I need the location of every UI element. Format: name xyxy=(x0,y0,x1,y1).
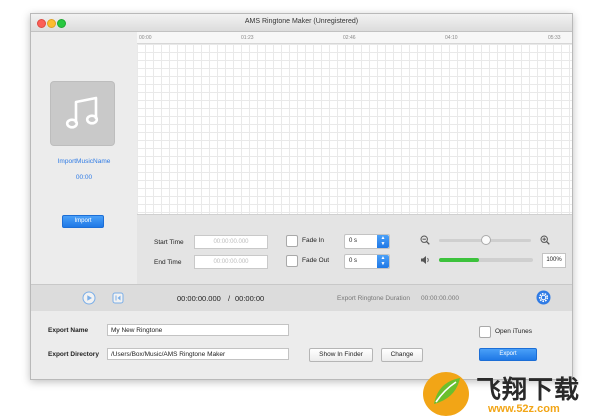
end-time-label: End Time xyxy=(154,259,182,266)
fade-in-checkbox[interactable] xyxy=(286,235,298,247)
select-arrows-icon: ▲ ▼ xyxy=(377,255,389,268)
music-note-icon xyxy=(65,96,99,129)
select-arrows-icon: ▲ ▼ xyxy=(377,235,389,248)
watermark-brand: 飞翔下载 xyxy=(476,375,581,404)
fade-out-checkbox[interactable] xyxy=(286,255,298,267)
zoom-out-icon[interactable] xyxy=(420,235,430,245)
start-time-label: Start Time xyxy=(154,239,184,246)
export-name-label: Export Name xyxy=(48,327,89,334)
loop-icon[interactable] xyxy=(111,291,125,305)
timeline-ruler: 00:00 01:23 02:46 04:10 05:33 xyxy=(137,32,572,44)
fade-in-label: Fade In xyxy=(302,237,325,244)
open-itunes-label: Open iTunes xyxy=(495,328,532,335)
open-itunes-checkbox[interactable] xyxy=(479,326,491,338)
album-art xyxy=(51,82,114,145)
timeline-tick: 00:00 xyxy=(139,35,152,41)
volume-slider-fill xyxy=(439,258,480,262)
fade-out-value: 0 s xyxy=(349,258,358,264)
zoom-slider-knob[interactable] xyxy=(481,235,491,245)
leaf-logo-icon xyxy=(423,372,469,416)
fade-out-label: Fade Out xyxy=(302,257,330,264)
total-time: 00:00:00 xyxy=(235,294,265,303)
zoom-in-icon[interactable] xyxy=(540,235,550,245)
current-time: 00:00:00.000 xyxy=(177,294,221,303)
timeline-tick: 01:23 xyxy=(241,35,254,41)
fade-in-select[interactable]: 0 s ▲ ▼ xyxy=(344,234,390,249)
music-name: ImportMusicName xyxy=(57,158,111,165)
waveform-area[interactable] xyxy=(137,44,572,214)
fade-in-value: 0 s xyxy=(349,238,358,244)
gear-icon[interactable] xyxy=(536,290,551,305)
volume-icon xyxy=(421,256,429,264)
timeline-tick: 05:33 xyxy=(548,35,561,41)
export-directory-input[interactable]: /Users/Box/Music/AMS Ringtone Maker xyxy=(107,348,289,360)
play-icon[interactable] xyxy=(82,291,96,305)
start-time-input[interactable]: 00:00:00.000 xyxy=(194,235,268,249)
time-separator: / xyxy=(228,294,231,303)
app-window: AMS Ringtone Maker (Unregistered) Import… xyxy=(30,13,573,380)
fade-out-select[interactable]: 0 s ▲ ▼ xyxy=(344,254,390,269)
timeline-tick: 04:10 xyxy=(445,35,458,41)
export-directory-label: Export Directory xyxy=(48,351,99,358)
volume-percent[interactable]: 100% xyxy=(542,253,566,268)
watermark: 飞翔下载 www.52z.com xyxy=(420,366,600,420)
window-title: AMS Ringtone Maker (Unregistered) xyxy=(244,18,359,25)
settings-panel: Start Time 00:00:00.000 End Time 00:00:0… xyxy=(137,214,572,285)
export-name-input[interactable]: My New Ringtone xyxy=(107,324,289,336)
end-time-input[interactable]: 00:00:00.000 xyxy=(194,255,268,269)
show-in-finder-button[interactable]: Show In Finder xyxy=(309,348,373,362)
change-button[interactable]: Change xyxy=(381,348,423,362)
export-duration-label: Export Ringtone Duration xyxy=(337,295,410,302)
playback-bar: 00:00:00.000 / 00:00:00 Export Ringtone … xyxy=(31,284,572,312)
watermark-url: www.52z.com xyxy=(488,403,560,415)
title-bar: AMS Ringtone Maker (Unregistered) xyxy=(31,14,572,32)
export-duration-value: 00:00:00.000 xyxy=(421,295,459,302)
export-button[interactable]: Export xyxy=(479,348,537,361)
timeline-tick: 02:46 xyxy=(343,35,356,41)
import-button[interactable]: Import xyxy=(62,215,104,228)
music-time: 00:00 xyxy=(75,174,93,181)
